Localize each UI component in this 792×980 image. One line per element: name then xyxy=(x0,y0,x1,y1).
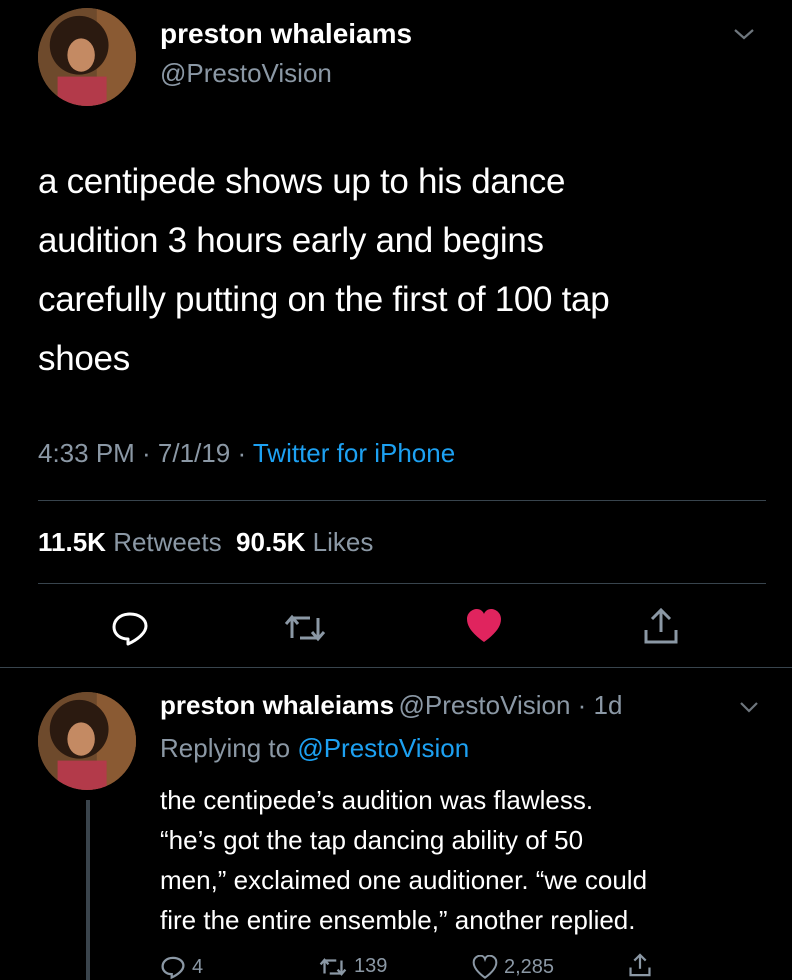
thread-line xyxy=(86,800,90,980)
retweet-icon xyxy=(284,614,326,642)
share-button[interactable] xyxy=(642,606,680,646)
reply-line: fire the entire ensemble,” another repli… xyxy=(160,905,636,935)
reply-author-handle[interactable]: @PrestoVision · 1d xyxy=(399,690,623,720)
retweet-button[interactable] xyxy=(282,612,328,644)
heart-icon xyxy=(467,609,501,642)
likes-stat[interactable]: 90.5K Likes xyxy=(236,527,373,557)
tweet-line: audition 3 hours early and begins xyxy=(38,221,544,260)
source-link[interactable]: Twitter for iPhone xyxy=(253,438,455,468)
reply-button[interactable] xyxy=(110,610,150,646)
like-button[interactable] xyxy=(465,608,503,644)
share-icon xyxy=(644,607,678,644)
retweets-count: 11.5K xyxy=(38,527,106,557)
reply-author-name[interactable]: preston whaleiams xyxy=(160,690,394,720)
chevron-down-icon[interactable] xyxy=(732,26,756,47)
like-count: 2,285 xyxy=(504,955,555,978)
replying-to: Replying to @PrestoVision xyxy=(160,733,469,764)
reply-header: preston whaleiams @PrestoVision · 1d xyxy=(160,690,622,721)
tweet-text: a centipede shows up to his dance auditi… xyxy=(38,152,778,388)
reply-share-button[interactable] xyxy=(628,952,652,978)
reply-retweet-button[interactable]: 139 xyxy=(318,955,387,978)
reply-text: the centipede’s audition was flawless. “… xyxy=(160,780,780,940)
author-handle[interactable]: @PrestoVision xyxy=(160,58,332,89)
divider xyxy=(38,500,766,501)
replying-prefix: Replying to xyxy=(160,733,298,763)
chevron-down-icon[interactable] xyxy=(738,700,760,719)
reply-line: “he’s got the tap dancing ability of 50 xyxy=(160,825,584,855)
author-name[interactable]: preston whaleiams xyxy=(160,18,412,50)
reply-reply-button[interactable]: 4 xyxy=(160,955,203,979)
retweets-label: Retweets xyxy=(113,527,222,557)
tweet-meta: 4:33 PM · 7/1/19 · Twitter for iPhone xyxy=(38,438,455,469)
avatar-image xyxy=(38,8,136,106)
reply-avatar[interactable] xyxy=(38,692,136,790)
avatar[interactable] xyxy=(38,8,136,106)
reply-icon xyxy=(161,956,185,979)
reply-line: men,” exclaimed one auditioner. “we coul… xyxy=(160,865,648,895)
reply-icon xyxy=(112,612,148,646)
likes-label: Likes xyxy=(312,527,374,557)
tweet-line: carefully putting on the first of 100 ta… xyxy=(38,280,610,319)
retweet-count: 139 xyxy=(354,955,388,977)
reply-count: 4 xyxy=(192,955,204,978)
divider xyxy=(0,667,792,668)
heart-icon xyxy=(472,955,498,979)
retweet-icon xyxy=(319,957,347,976)
reply-like-button[interactable]: 2,285 xyxy=(472,955,554,979)
replying-mention[interactable]: @PrestoVision xyxy=(297,733,469,763)
likes-count: 90.5K xyxy=(236,527,306,557)
timestamp[interactable]: 4:33 PM · 7/1/19 · xyxy=(38,438,253,468)
tweet-line: a centipede shows up to his dance xyxy=(38,162,566,201)
avatar-image xyxy=(38,692,136,790)
tweet-stats: 11.5K Retweets 90.5K Likes xyxy=(38,527,373,558)
divider xyxy=(38,583,766,584)
share-icon xyxy=(629,953,651,977)
reply-line: the centipede’s audition was flawless. xyxy=(160,785,594,815)
tweet-line: shoes xyxy=(38,339,130,378)
retweets-stat[interactable]: 11.5K Retweets xyxy=(38,527,222,557)
